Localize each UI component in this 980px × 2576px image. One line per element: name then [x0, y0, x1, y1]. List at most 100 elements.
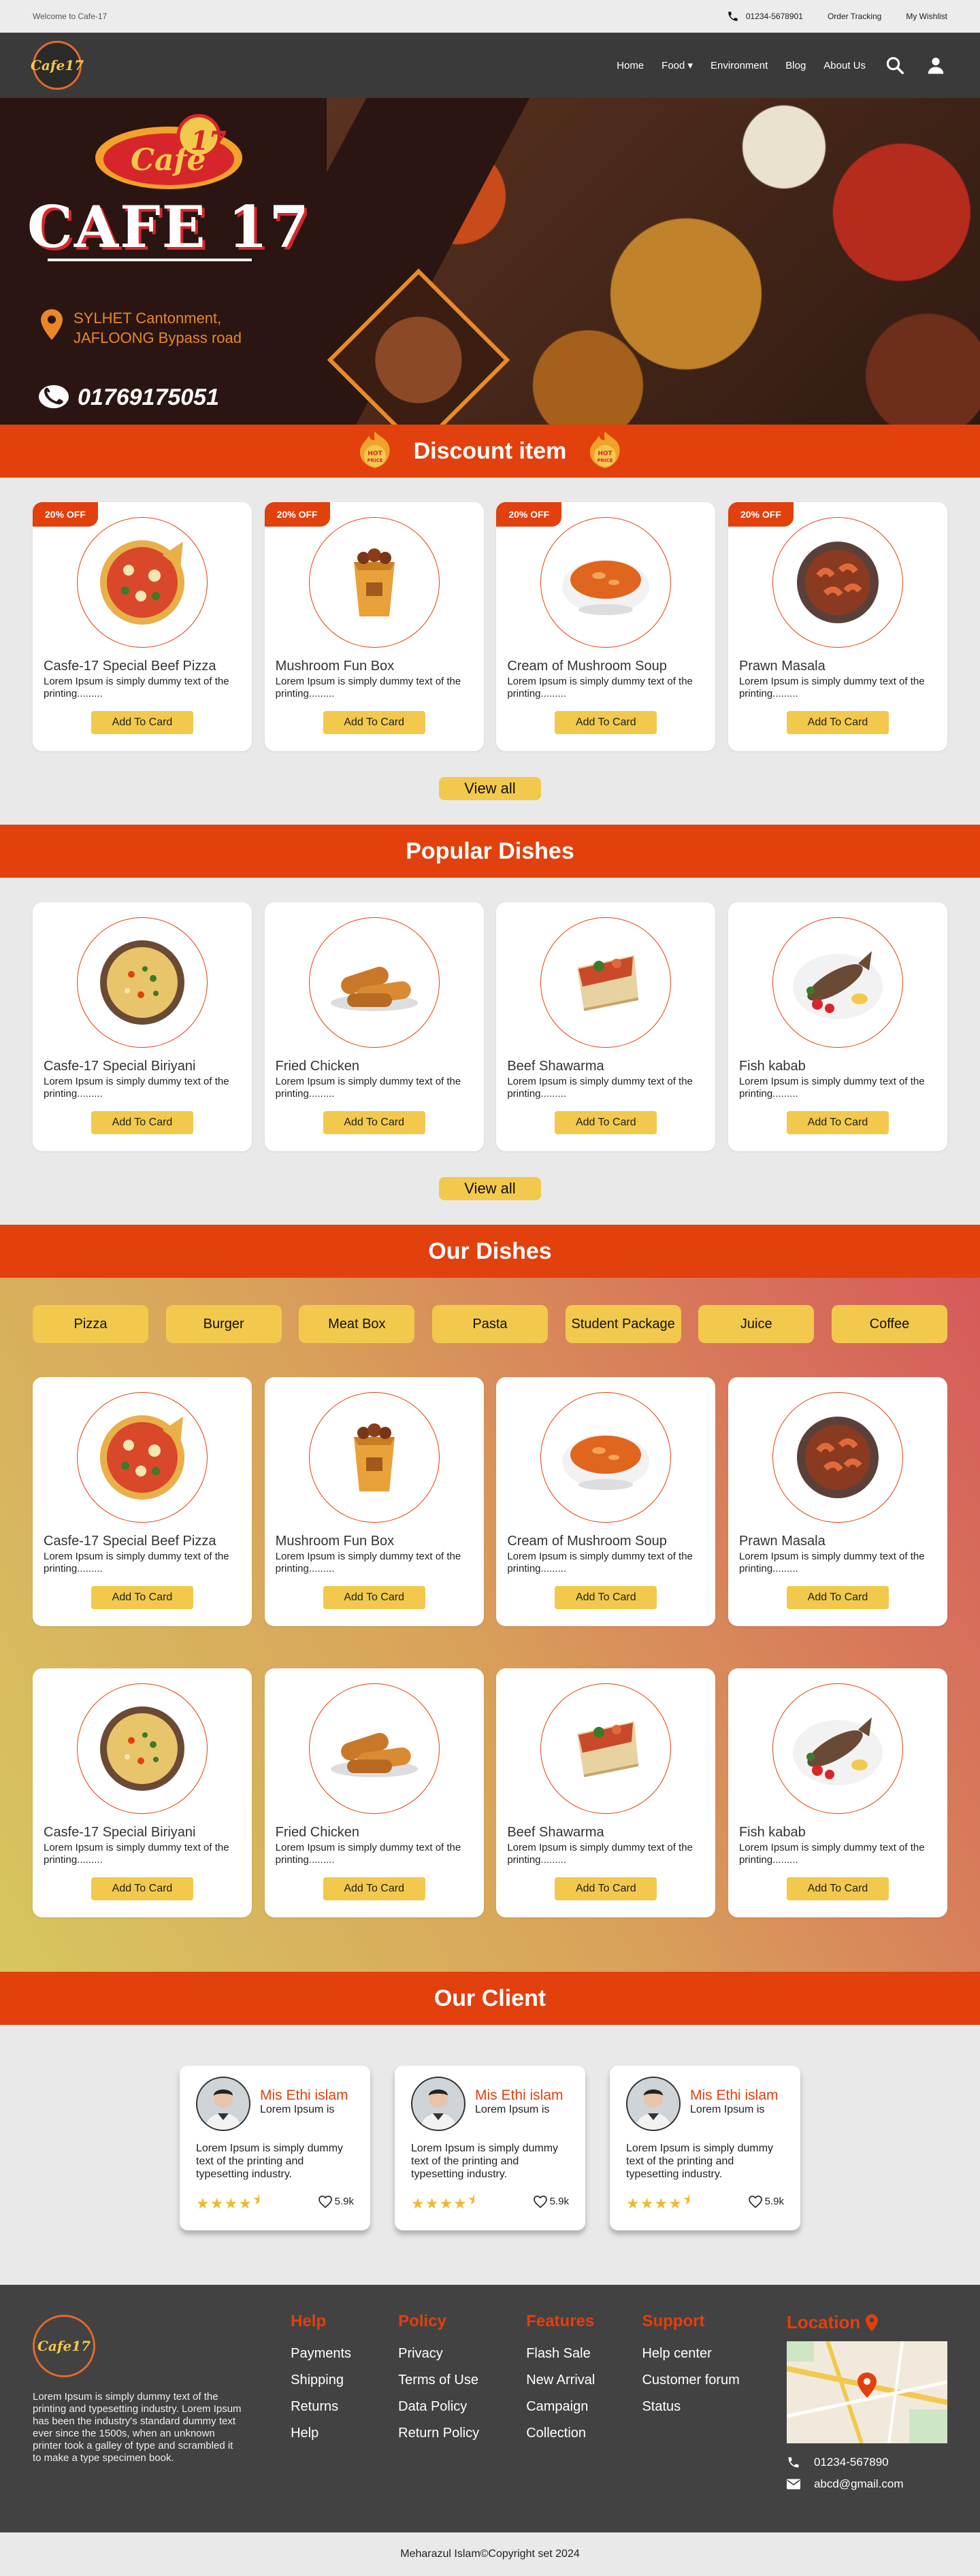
dish-card[interactable]: Mushroom Fun Box Lorem Ipsum is simply d…	[264, 1377, 484, 1626]
account-button[interactable]	[924, 54, 947, 77]
shawarma-icon	[577, 1721, 639, 1777]
add-to-cart-button[interactable]: Add To Card	[555, 1586, 657, 1609]
half-star-icon: ★	[468, 2191, 474, 2209]
footer-logo[interactable]: Cafe17	[33, 2315, 95, 2377]
like-button[interactable]: 5.9k	[533, 2195, 569, 2208]
wishlist-link[interactable]: My Wishlist	[906, 12, 947, 21]
discount-view-all-button[interactable]: View all	[439, 777, 541, 800]
add-to-cart-button[interactable]: Add To Card	[555, 711, 657, 734]
footer-phone[interactable]: 01234-567890	[787, 2456, 947, 2469]
dish-description: Lorem Ipsum is simply dummy text of the …	[44, 1842, 229, 1866]
footer-link-flash-sale[interactable]: Flash Sale	[526, 2346, 595, 2362]
dish-card[interactable]: 20% OFF Casfe-17 Special Beef Pizza Lore…	[33, 502, 252, 751]
footer-link-shipping[interactable]: Shipping	[291, 2373, 351, 2388]
hero-hotline[interactable]: 01769175051	[38, 384, 219, 411]
footer-link-new-arrival[interactable]: New Arrival	[526, 2373, 595, 2388]
dish-card[interactable]: Fried Chicken Lorem Ipsum is simply dumm…	[264, 1668, 484, 1917]
client-subtitle: Lorem Ipsum is	[260, 2104, 335, 2115]
dish-card[interactable]: Casfe-17 Special Biriyani Lorem Ipsum is…	[33, 902, 252, 1151]
search-button[interactable]	[883, 54, 906, 77]
fun-box-icon	[353, 1423, 395, 1491]
dish-card[interactable]: 20% OFF Prawn Masala Lorem Ipsum is simp…	[728, 502, 947, 751]
add-to-cart-button[interactable]: Add To Card	[555, 1877, 657, 1900]
like-button[interactable]: 5.9k	[748, 2195, 784, 2208]
star-icon: ★	[654, 2194, 669, 2212]
location-map[interactable]	[786, 2341, 947, 2443]
footer-link-return-policy[interactable]: Return Policy	[398, 2426, 479, 2441]
dish-card[interactable]: Prawn Masala Lorem Ipsum is simply dummy…	[728, 1377, 947, 1626]
footer-email[interactable]: abcd@gmail.com	[786, 2477, 947, 2491]
add-to-cart-button[interactable]: Add To Card	[786, 1111, 889, 1134]
filter-burger[interactable]: Burger	[165, 1305, 282, 1343]
dish-card[interactable]: Casfe-17 Special Biriyani Lorem Ipsum is…	[33, 1668, 252, 1917]
heart-icon	[318, 2195, 332, 2208]
topbar-phone[interactable]: 01234-5678901	[727, 10, 803, 22]
add-to-cart-button[interactable]: Add To Card	[91, 1111, 193, 1134]
masala-icon	[796, 1417, 879, 1498]
footer-link-privacy[interactable]: Privacy	[398, 2346, 479, 2362]
nav-home[interactable]: Home	[617, 60, 644, 71]
filter-pizza[interactable]: Pizza	[33, 1305, 148, 1343]
fried-chicken-icon	[330, 1732, 418, 1777]
nav-environment[interactable]: Environment	[710, 60, 768, 71]
footer-link-campaign[interactable]: Campaign	[526, 2399, 595, 2415]
filter-student-package[interactable]: Student Package	[565, 1305, 681, 1343]
popular-view-all-button[interactable]: View all	[439, 1177, 541, 1200]
add-to-cart-button[interactable]: Add To Card	[786, 711, 889, 734]
dish-card[interactable]: Casfe-17 Special Beef Pizza Lorem Ipsum …	[33, 1377, 252, 1626]
add-to-cart-button[interactable]: Add To Card	[786, 1586, 889, 1609]
dish-name: Cream of Mushroom Soup	[507, 659, 667, 674]
footer-link-help-center[interactable]: Help center	[642, 2346, 739, 2362]
footer-link-collection[interactable]: Collection	[526, 2426, 595, 2441]
filter-coffee[interactable]: Coffee	[831, 1305, 947, 1343]
dish-name: Prawn Masala	[738, 1534, 826, 1549]
dish-card[interactable]: Beef Shawarma Lorem Ipsum is simply dumm…	[496, 902, 716, 1151]
phone-icon	[788, 2457, 799, 2468]
dish-card[interactable]: Fish kabab Lorem Ipsum is simply dummy t…	[728, 902, 947, 1151]
add-to-cart-button[interactable]: Add To Card	[91, 1586, 193, 1609]
dish-card[interactable]: Beef Shawarma Lorem Ipsum is simply dumm…	[496, 1668, 716, 1917]
add-to-cart-button[interactable]: Add To Card	[323, 1111, 425, 1134]
add-to-cart-button[interactable]: Add To Card	[786, 1877, 889, 1900]
filter-meat-box[interactable]: Meat Box	[299, 1305, 415, 1343]
nav-food[interactable]: Food ▾	[662, 59, 693, 71]
footer-features-title: Features	[526, 2312, 595, 2330]
footer-link-customer-forum[interactable]: Customer forum	[642, 2373, 739, 2388]
phone-bubble-icon	[39, 385, 69, 408]
nav-blog[interactable]: Blog	[785, 60, 806, 71]
discount-cards: 20% OFF Casfe-17 Special Beef Pizza Lore…	[33, 502, 947, 751]
add-to-cart-button[interactable]: Add To Card	[323, 1877, 425, 1900]
clients-heading: Our Client	[434, 1985, 546, 2011]
avatar	[626, 2077, 681, 2131]
footer-link-status[interactable]: Status	[642, 2399, 739, 2415]
popular-heading: Popular Dishes	[406, 838, 574, 864]
dish-card[interactable]: Fish kabab Lorem Ipsum is simply dummy t…	[728, 1668, 947, 1917]
star-icon: ★	[411, 2194, 425, 2212]
footer-link-data-policy[interactable]: Data Policy	[398, 2399, 479, 2415]
dish-card[interactable]: 20% OFF Cream of Mushroom Soup Lorem Ips…	[496, 502, 716, 751]
discount-tag: 20% OFF	[33, 502, 98, 527]
client-card: Mis Ethi islam Lorem Ipsum is Lorem Ipsu…	[610, 2066, 800, 2230]
hero-hotline-number: 01769175051	[78, 384, 220, 410]
filter-pasta[interactable]: Pasta	[431, 1305, 548, 1343]
footer-link-terms[interactable]: Terms of Use	[398, 2373, 479, 2388]
nav-about-us[interactable]: About Us	[823, 60, 866, 71]
footer-link-help[interactable]: Help	[291, 2426, 351, 2441]
add-to-cart-button[interactable]: Add To Card	[91, 711, 193, 734]
like-button[interactable]: 5.9k	[318, 2195, 354, 2208]
order-tracking-link[interactable]: Order Tracking	[828, 12, 881, 21]
copyright-bar: Meharazul Islam©Copyright set 2024	[0, 2532, 980, 2576]
dish-card[interactable]: 20% OFF Mushroom Fun Box Lorem Ipsum is …	[264, 502, 484, 751]
discount-tag: 20% OFF	[264, 502, 330, 527]
add-to-cart-button[interactable]: Add To Card	[323, 711, 425, 734]
add-to-cart-button[interactable]: Add To Card	[323, 1586, 425, 1609]
filter-juice[interactable]: Juice	[698, 1305, 815, 1343]
footer-link-returns[interactable]: Returns	[291, 2399, 351, 2415]
dish-card[interactable]: Fried Chicken Lorem Ipsum is simply dumm…	[264, 902, 484, 1151]
site-logo[interactable]: Cafe17	[31, 41, 84, 90]
add-to-cart-button[interactable]: Add To Card	[91, 1877, 193, 1900]
star-icon: ★	[640, 2194, 655, 2212]
add-to-cart-button[interactable]: Add To Card	[555, 1111, 657, 1134]
dish-card[interactable]: Cream of Mushroom Soup Lorem Ipsum is si…	[496, 1377, 716, 1626]
footer-link-payments[interactable]: Payments	[291, 2346, 351, 2362]
